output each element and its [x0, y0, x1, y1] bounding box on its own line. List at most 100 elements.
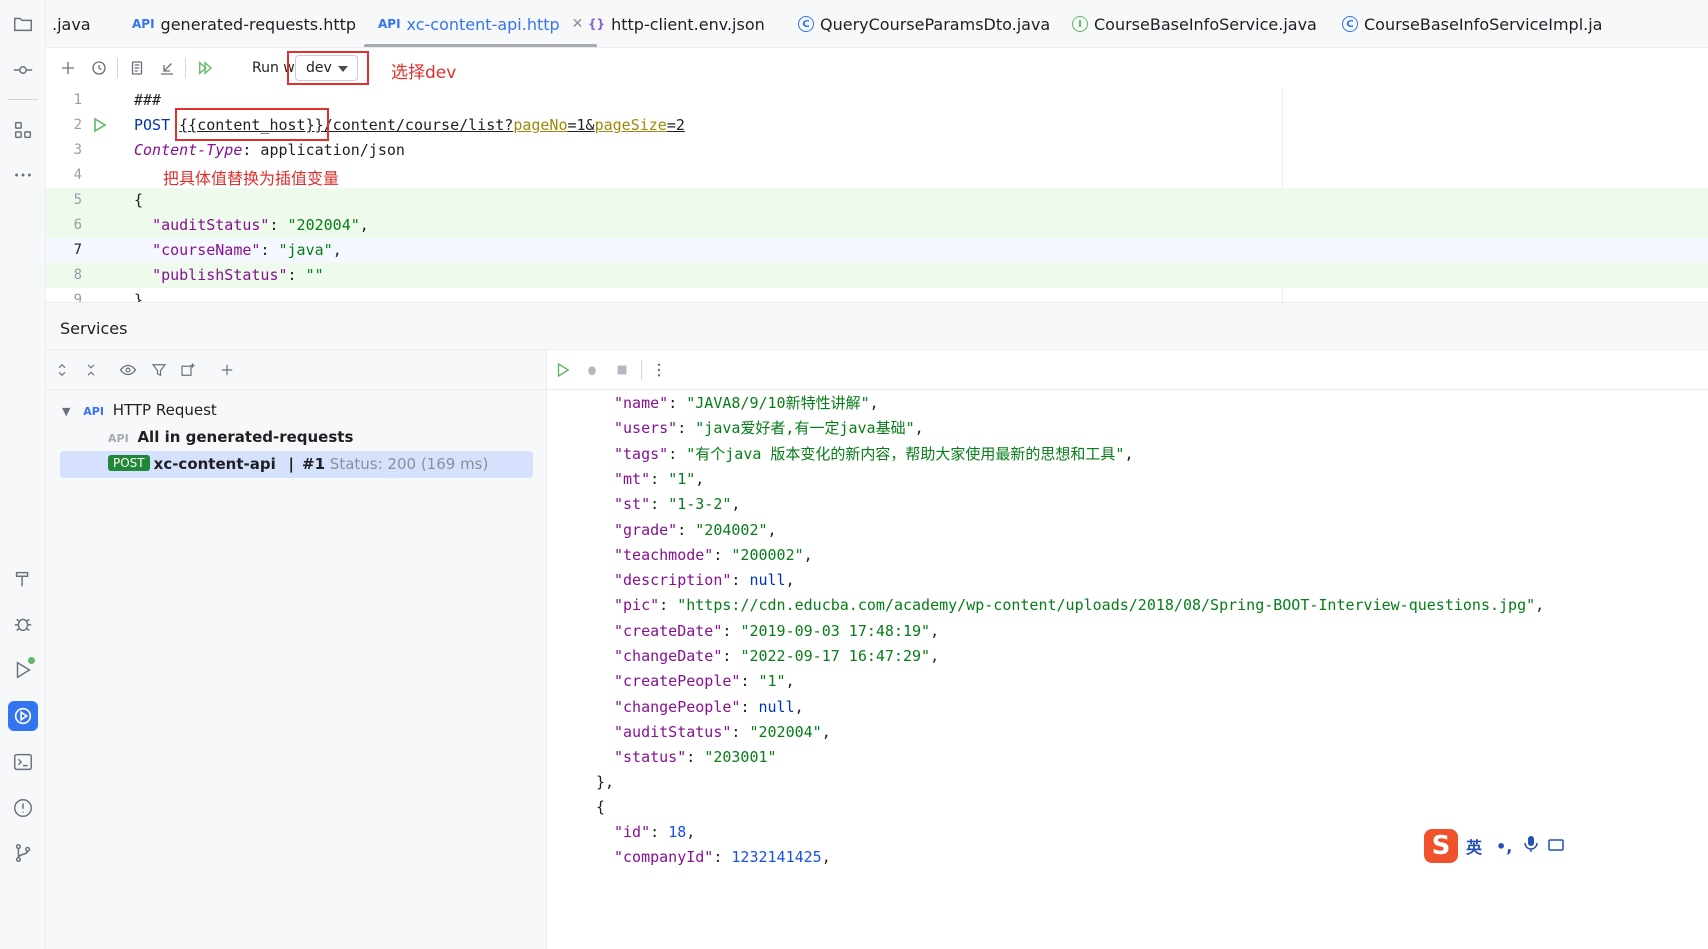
commit-icon[interactable] [8, 55, 38, 85]
git-branch-icon[interactable] [8, 838, 38, 868]
tab-http-client-env[interactable]: {} http-client.env.json [588, 0, 765, 47]
history-clock-icon[interactable] [88, 57, 110, 79]
annotation-replace-variable: 把具体值替换为插值变量 [163, 169, 340, 188]
debug-bug-icon[interactable] [8, 609, 38, 639]
terminal-icon[interactable] [8, 747, 38, 777]
stop-icon[interactable] [612, 360, 632, 380]
json-key: "createPeople" [614, 672, 741, 691]
code-editor[interactable]: 1 ### 2 POST {{content_host}}/content/co… [46, 88, 1708, 302]
microphone-icon[interactable] [1524, 835, 1539, 857]
json-key: "courseName" [152, 241, 261, 259]
json-value: "java爱好者,有一定java基础" [695, 419, 915, 438]
url-path: /content/course/list? [323, 116, 514, 134]
response-line: "description": null, [614, 571, 795, 590]
code-line-current: 7 "courseName": "java", [46, 238, 1708, 263]
code-line: 5 { [46, 188, 1708, 213]
chevron-down-icon[interactable]: ▼ [62, 405, 70, 418]
ime-toolbar[interactable]: S 英 •, [1424, 828, 1570, 864]
more-tools-icon[interactable] [8, 160, 38, 190]
response-line: "changePeople": null, [614, 697, 804, 716]
json-value: "JAVA8/9/10新特性讲解" [686, 394, 870, 412]
json-key: "grade" [614, 520, 678, 539]
tab-query-course-params-dto[interactable]: C QueryCourseParamsDto.java [798, 0, 1051, 47]
json-key: "auditStatus" [614, 722, 732, 741]
json-value: "203001" [704, 748, 777, 767]
tree-node-generated-requests[interactable]: API All in generated-requests [108, 424, 353, 450]
api-file-icon: API [132, 17, 155, 31]
json-value: "1" [758, 672, 786, 691]
build-hammer-icon[interactable] [8, 564, 38, 594]
tab-label: .java [52, 14, 91, 34]
problems-icon[interactable] [8, 793, 38, 823]
services-panel-header: Services [46, 302, 1708, 350]
punctuation-icon[interactable]: •, [1496, 837, 1512, 856]
api-icon: API [108, 432, 129, 445]
query-param: pageSize [594, 116, 667, 134]
tab-xc-content-api[interactable]: API xc-content-api.http ✕ [364, 0, 598, 47]
response-status: Status: 200 (169 ms) [329, 455, 489, 473]
json-value: "" [305, 266, 324, 284]
code-text: "auditStatus": "202004", [152, 216, 369, 234]
tree-node-label: All in generated-requests [137, 428, 354, 446]
json-key: "name" [614, 394, 669, 412]
header-value: : application/json [242, 141, 405, 159]
json-key: "publishStatus" [152, 266, 288, 284]
tab-label: CourseBaseInfoService.java [1094, 14, 1317, 34]
tab-java[interactable]: .java [52, 0, 91, 47]
structure-icon[interactable] [8, 115, 38, 145]
debug-bug-icon[interactable] [582, 360, 602, 380]
collapse-all-icon[interactable] [81, 360, 101, 380]
more-options-icon[interactable] [649, 360, 669, 380]
json-value: null [749, 571, 786, 590]
tree-node-xc-content-api[interactable]: POST xc-content-api | #1 Status: 200 (169 … [108, 451, 488, 477]
tab-label: generated-requests.http [160, 14, 357, 34]
json-value: "202004" [287, 216, 360, 234]
tree-node-http-request[interactable]: ▼ API HTTP Request [62, 397, 217, 423]
json-key: "teachmode" [614, 545, 714, 564]
import-icon[interactable] [156, 57, 178, 79]
line-number: 1 [73, 92, 82, 108]
tab-generated-requests[interactable]: API generated-requests.http [132, 0, 357, 47]
run-request-gutter-icon[interactable] [92, 117, 108, 133]
json-key: "createDate" [614, 621, 723, 640]
response-line: "users": "java爱好者,有一定java基础", [614, 419, 924, 438]
show-eye-icon[interactable] [118, 360, 138, 380]
examples-icon[interactable] [126, 57, 148, 79]
code-text: "publishStatus": "" [152, 266, 324, 284]
code-line: 3 Content-Type: application/json [46, 138, 1708, 163]
code-text: Content-Type: application/json [134, 138, 405, 163]
keyboard-icon[interactable] [1548, 837, 1565, 856]
ime-language[interactable]: 英 [1466, 834, 1482, 858]
tab-label: QueryCourseParamsDto.java [820, 14, 1051, 34]
tab-course-base-info-service-impl[interactable]: C CourseBaseInfoServiceImpl.ja [1342, 0, 1602, 47]
editor-tab-bar: .java API generated-requests.http API xc… [46, 0, 1708, 48]
sogou-logo-icon: S [1424, 829, 1458, 863]
services-icon[interactable] [8, 701, 38, 731]
annotation-select-env: 选择dev [391, 63, 457, 83]
expand-all-icon[interactable] [52, 360, 72, 380]
http-editor-toolbar: Run with dev 选择dev [46, 48, 1708, 88]
new-group-icon[interactable] [178, 360, 198, 380]
json-key: "pic" [614, 596, 660, 615]
json-value: "2019-09-03 17:48:19" [740, 621, 931, 640]
json-value: "https://cdn.educba.com/academy/wp-conte… [677, 596, 1536, 615]
run-all-icon[interactable] [194, 57, 216, 79]
http-method: POST [134, 116, 171, 134]
close-tab-icon[interactable]: ✕ [572, 16, 584, 32]
code-text: { [134, 191, 144, 209]
filter-icon[interactable] [149, 360, 169, 380]
interface-file-icon: I [1072, 16, 1088, 32]
line-number: 4 [73, 167, 82, 183]
add-request-icon[interactable] [57, 57, 79, 79]
line-number: 3 [73, 142, 82, 158]
code-text: ### [134, 91, 162, 109]
line-number: 2 [73, 117, 82, 133]
tab-course-base-info-service[interactable]: I CourseBaseInfoService.java [1072, 0, 1317, 47]
add-service-icon[interactable] [217, 360, 237, 380]
line-number: 5 [73, 192, 82, 208]
response-line: "status": "203001" [614, 748, 777, 767]
run-icon[interactable] [8, 655, 38, 685]
api-icon: API [83, 405, 104, 418]
rerun-icon[interactable] [553, 360, 573, 380]
project-folder-icon[interactable] [8, 9, 38, 39]
